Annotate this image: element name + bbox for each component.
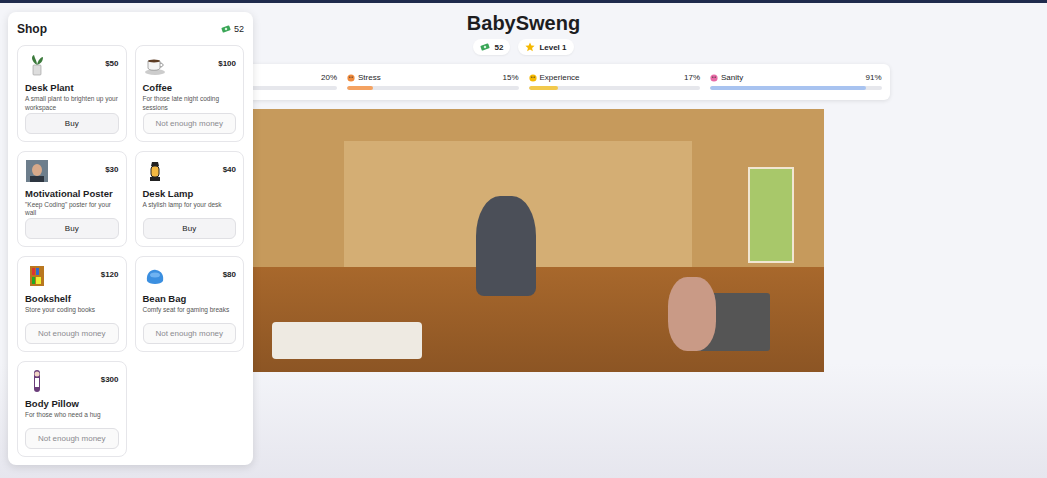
top-bar <box>0 0 1047 3</box>
item-price: $300 <box>101 375 119 384</box>
stats-panel: 20% Stress 15% Experience 17% Sanity 91% <box>158 64 890 100</box>
shop-header: Shop 52 <box>17 21 244 37</box>
badge: 52 <box>473 39 510 55</box>
badge-label: Level 1 <box>539 43 566 52</box>
item-price: $50 <box>105 59 118 68</box>
item-price: $30 <box>105 165 118 174</box>
shop-item: $100 Coffee For those late night coding se… <box>135 45 245 142</box>
coffee-icon <box>143 53 167 77</box>
stat-bar <box>347 86 519 90</box>
badge: Level 1 <box>518 39 573 55</box>
stat-percent: 91% <box>865 73 881 82</box>
money-icon <box>480 42 490 52</box>
plant-icon <box>25 53 49 77</box>
stat: Experience 17% <box>529 72 701 90</box>
stress-icon <box>347 74 355 82</box>
buy-button[interactable]: Not enough money <box>25 323 119 344</box>
item-description: A stylish lamp for your desk <box>143 201 237 218</box>
pillow-icon <box>25 369 49 393</box>
stat-label: Stress <box>347 73 381 82</box>
buy-button[interactable]: Not enough money <box>143 113 237 134</box>
shop-item: $30 Motivational Poster "Keep Coding" post… <box>17 151 127 248</box>
stat-bar <box>529 86 701 90</box>
lamp-icon <box>143 159 167 183</box>
item-price: $40 <box>223 165 236 174</box>
shop-item: $120 Bookshelf Store your coding booksNot … <box>17 256 127 352</box>
shop-title: Shop <box>17 22 47 36</box>
shop-item: $50 Desk Plant A small plant to brighten u… <box>17 45 127 142</box>
money-icon <box>221 24 231 34</box>
stat-fill <box>529 86 558 90</box>
item-price: $120 <box>101 270 119 279</box>
buy-button[interactable]: Buy <box>143 218 237 239</box>
badge-label: 52 <box>494 43 503 52</box>
game-page: BabySweng 52 Level 1 20% Stress 15% Experience… <box>0 0 1047 478</box>
badge-row: 52 Level 1 <box>473 39 573 55</box>
bookshelf-icon <box>25 264 49 288</box>
item-description: Comfy seat for gaming breaks <box>143 306 237 323</box>
room-window <box>748 167 794 263</box>
stat-percent: 15% <box>502 73 518 82</box>
item-name: Desk Lamp <box>143 188 237 199</box>
item-description: A small plant to brighten up your worksp… <box>25 95 119 113</box>
buy-button[interactable]: Buy <box>25 218 119 239</box>
experience-icon <box>529 74 537 82</box>
stat-fill <box>347 86 373 90</box>
item-name: Desk Plant <box>25 82 119 93</box>
buy-button[interactable]: Not enough money <box>25 428 119 449</box>
item-name: Bookshelf <box>25 293 119 304</box>
shop-panel: Shop 52 $50 Desk Plant A small plant to brig… <box>8 12 253 465</box>
stat-label: Sanity <box>710 73 743 82</box>
star-icon <box>525 42 535 52</box>
stat-percent: 20% <box>321 73 337 82</box>
item-description: For those who need a hug <box>25 411 119 428</box>
character <box>668 277 716 351</box>
item-name: Body Pillow <box>25 398 119 409</box>
item-name: Bean Bag <box>143 293 237 304</box>
stat: Sanity 91% <box>710 72 882 90</box>
room-scene <box>224 109 824 372</box>
shop-money: 52 <box>221 24 244 34</box>
stat: Stress 15% <box>347 72 519 90</box>
sanity-icon <box>710 74 718 82</box>
shop-item: $40 Desk Lamp A stylish lamp for your desk… <box>135 151 245 248</box>
mattress <box>272 322 422 359</box>
item-price: $100 <box>218 59 236 68</box>
stat-bar <box>710 86 882 90</box>
item-description: For those late night coding sessions <box>143 95 237 113</box>
stat-percent: 17% <box>684 73 700 82</box>
stat-label: Experience <box>529 73 580 82</box>
item-price: $80 <box>223 270 236 279</box>
gaming-chair <box>476 196 536 296</box>
beanbag-icon <box>143 264 167 288</box>
shop-grid: $50 Desk Plant A small plant to brighten u… <box>17 45 244 457</box>
item-description: Store your coding books <box>25 306 119 323</box>
shop-item: $300 Body Pillow For those who need a hugN… <box>17 361 127 457</box>
shop-item: $80 Bean Bag Comfy seat for gaming breaksN… <box>135 256 245 352</box>
stat-fill <box>710 86 866 90</box>
buy-button[interactable]: Not enough money <box>143 323 237 344</box>
item-name: Coffee <box>143 82 237 93</box>
buy-button[interactable]: Buy <box>25 113 119 134</box>
poster-icon <box>25 159 49 183</box>
item-name: Motivational Poster <box>25 188 119 199</box>
game-title: BabySweng <box>467 11 580 35</box>
item-description: "Keep Coding" poster for your wall <box>25 201 119 219</box>
